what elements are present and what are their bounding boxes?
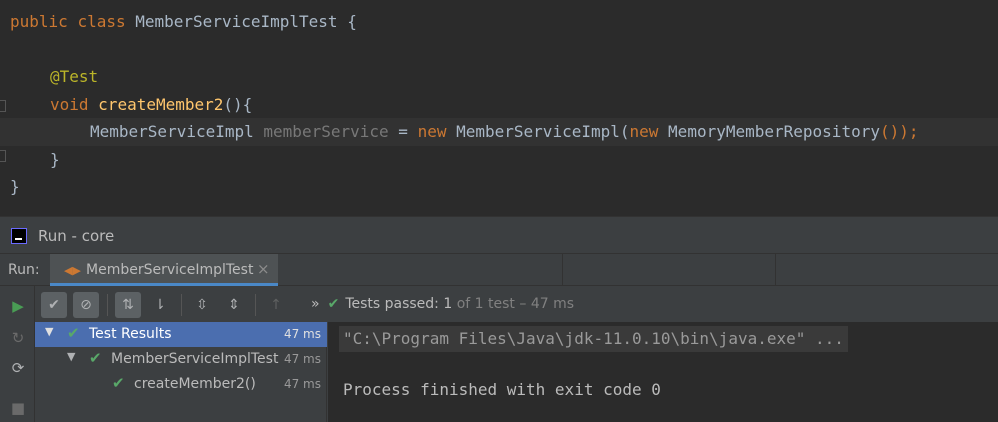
- brace: {: [347, 12, 357, 31]
- keyword: void: [50, 95, 89, 114]
- operator: =: [398, 122, 408, 141]
- code-line-close-class: }: [10, 173, 20, 201]
- method-name: createMember2: [98, 95, 224, 114]
- sort-by-duration-icon[interactable]: ⇂: [147, 292, 173, 318]
- run-tool-window: Run - core Run: ◀▶ MemberServiceImplTest…: [0, 216, 998, 422]
- toggle-auto-test-icon[interactable]: ⟳: [8, 358, 28, 378]
- tree-item-test-results[interactable]: ▼ ✔ Test Results 47 ms: [35, 322, 327, 347]
- tree-item-duration: 47 ms: [283, 352, 321, 366]
- tab-bar-divider: [562, 254, 563, 286]
- run-tabs-bar: Run: ◀▶ MemberServiceImplTest ×: [0, 254, 998, 286]
- sort-alphabetically-icon[interactable]: ⇅: [115, 292, 141, 318]
- code-editor[interactable]: public class MemberServiceImplTest { @Te…: [0, 0, 998, 216]
- annotation: @Test: [50, 67, 99, 86]
- test-status: » ✔ Tests passed: 1 of 1 test – 47 ms: [311, 296, 574, 312]
- test-run-config-icon: ◀▶: [64, 264, 81, 277]
- tree-item-test-method[interactable]: ✔ createMember2() 47 ms: [35, 372, 327, 397]
- run-window-title: Run - core: [38, 227, 115, 245]
- status-total: of 1 test – 47 ms: [456, 296, 575, 312]
- code-line-close-method: }: [50, 146, 60, 174]
- left-toolbar: ▶ ↻ ⟳ ■: [0, 286, 35, 422]
- tree-item-duration: 47 ms: [283, 327, 321, 341]
- run-label: Run:: [8, 262, 40, 278]
- fold-marker[interactable]: [0, 150, 6, 162]
- tree-item-label: Test Results: [89, 326, 172, 342]
- brace: }: [50, 150, 60, 169]
- ignored-icon[interactable]: ⊘: [73, 292, 99, 318]
- test-runner-toolbar: ✔ ⊘ ⇅ ⇂ ⇳ ⇕ ↑ » ✔ Tests passed: 1 of 1 tes…: [35, 286, 998, 322]
- chevron-right-icon: »: [311, 296, 320, 312]
- variable-name: memberService: [263, 122, 389, 141]
- status-prefix: Tests passed:: [345, 296, 439, 312]
- intellij-icon: [11, 228, 27, 244]
- check-icon: ✔: [327, 296, 340, 312]
- keyword: public: [10, 12, 68, 31]
- type-name: MemberServiceImpl: [90, 122, 254, 141]
- console-exit-message: Process finished with exit code 0: [343, 380, 661, 399]
- tree-item-test-class[interactable]: ▼ ✔ MemberServiceImplTest 47 ms: [35, 347, 327, 372]
- tab-bar-divider: [775, 254, 776, 286]
- tree-item-label: createMember2(): [134, 376, 256, 392]
- statement-end: ());: [879, 122, 919, 141]
- console-command-line[interactable]: "C:\Program Files\Java\jdk-11.0.10\bin\j…: [339, 326, 848, 352]
- status-passed-count: 1: [443, 296, 453, 312]
- class-name: MemberServiceImplTest: [135, 12, 338, 31]
- up-arrow-icon[interactable]: ↑: [263, 292, 289, 318]
- play-icon[interactable]: ▶: [8, 296, 28, 316]
- toolbar-separator: [255, 294, 256, 316]
- check-icon[interactable]: ✔: [41, 292, 67, 318]
- stop-icon[interactable]: ■: [8, 398, 28, 418]
- code-line-method-declaration: void createMember2(){: [50, 91, 252, 119]
- keyword: class: [77, 12, 126, 31]
- chevron-down-icon[interactable]: ▼: [45, 325, 53, 338]
- tree-item-duration: 47 ms: [283, 377, 321, 391]
- code-line-annotation: @Test: [50, 63, 98, 91]
- collapse-all-icon[interactable]: ⇕: [221, 292, 247, 318]
- test-results-tree: ▼ ✔ Test Results 47 ms ▼ ✔ MemberService…: [35, 322, 327, 422]
- check-icon: ✔: [112, 374, 125, 392]
- constructor-arg: MemoryMemberRepository: [668, 122, 880, 141]
- check-icon: ✔: [89, 349, 102, 367]
- brace: }: [10, 177, 20, 196]
- close-icon[interactable]: ×: [257, 260, 270, 278]
- tab-member-service-impl-test[interactable]: ◀▶ MemberServiceImplTest ×: [50, 254, 278, 286]
- toolbar-separator: [181, 294, 182, 316]
- code-line-class-declaration: public class MemberServiceImplTest {: [10, 8, 357, 36]
- fold-marker[interactable]: [0, 100, 6, 112]
- check-icon: ✔: [67, 324, 80, 342]
- chevron-down-icon[interactable]: ▼: [67, 350, 75, 363]
- expand-all-icon[interactable]: ⇳: [189, 292, 215, 318]
- tree-item-label: MemberServiceImplTest: [111, 351, 279, 367]
- console-output[interactable]: "C:\Program Files\Java\jdk-11.0.10\bin\j…: [328, 322, 998, 422]
- run-window-header: Run - core: [0, 216, 998, 254]
- tab-label: MemberServiceImplTest: [86, 262, 254, 278]
- keyword: new: [417, 122, 447, 141]
- rerun-failed-icon[interactable]: ↻: [8, 328, 28, 348]
- keyword: new: [629, 122, 659, 141]
- toolbar-separator: [107, 294, 108, 316]
- constructor-call: MemberServiceImpl(: [456, 122, 630, 141]
- method-parens: (){: [223, 95, 253, 114]
- code-line-statement: MemberServiceImpl memberService = new Me…: [90, 118, 919, 146]
